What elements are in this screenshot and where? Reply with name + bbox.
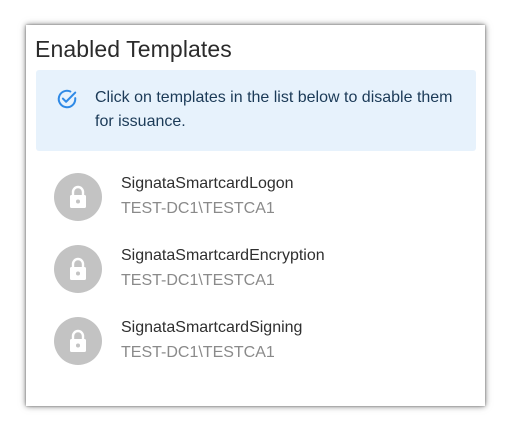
template-name: SignataSmartcardSigning	[121, 319, 303, 336]
panel-title: Enabled Templates	[35, 36, 232, 62]
template-ca: TEST-DC1\TESTCA1	[121, 272, 275, 289]
avatar	[54, 317, 102, 365]
lock-icon	[70, 185, 86, 208]
template-ca: TEST-DC1\TESTCA1	[121, 344, 275, 361]
template-ca: TEST-DC1\TESTCA1	[121, 200, 275, 217]
lock-icon	[70, 257, 86, 280]
avatar	[54, 245, 102, 293]
template-name: SignataSmartcardEncryption	[121, 247, 325, 264]
list-item-signata-smartcard-logon[interactable]: SignataSmartcardLogon TEST-DC1\TESTCA1	[26, 163, 485, 235]
list-item-signata-smartcard-signing[interactable]: SignataSmartcardSigning TEST-DC1\TESTCA1	[26, 307, 485, 379]
list-item-signata-smartcard-encryption[interactable]: SignataSmartcardEncryption TEST-DC1\TEST…	[26, 235, 485, 307]
enabled-templates-panel: Enabled Templates Click on templates in …	[26, 25, 485, 406]
check-circle-icon	[57, 89, 77, 109]
lock-icon	[70, 329, 86, 352]
info-message: Click on templates in the list below to …	[95, 89, 453, 130]
avatar	[54, 173, 102, 221]
info-banner: Click on templates in the list below to …	[36, 70, 476, 151]
template-name: SignataSmartcardLogon	[121, 175, 294, 192]
